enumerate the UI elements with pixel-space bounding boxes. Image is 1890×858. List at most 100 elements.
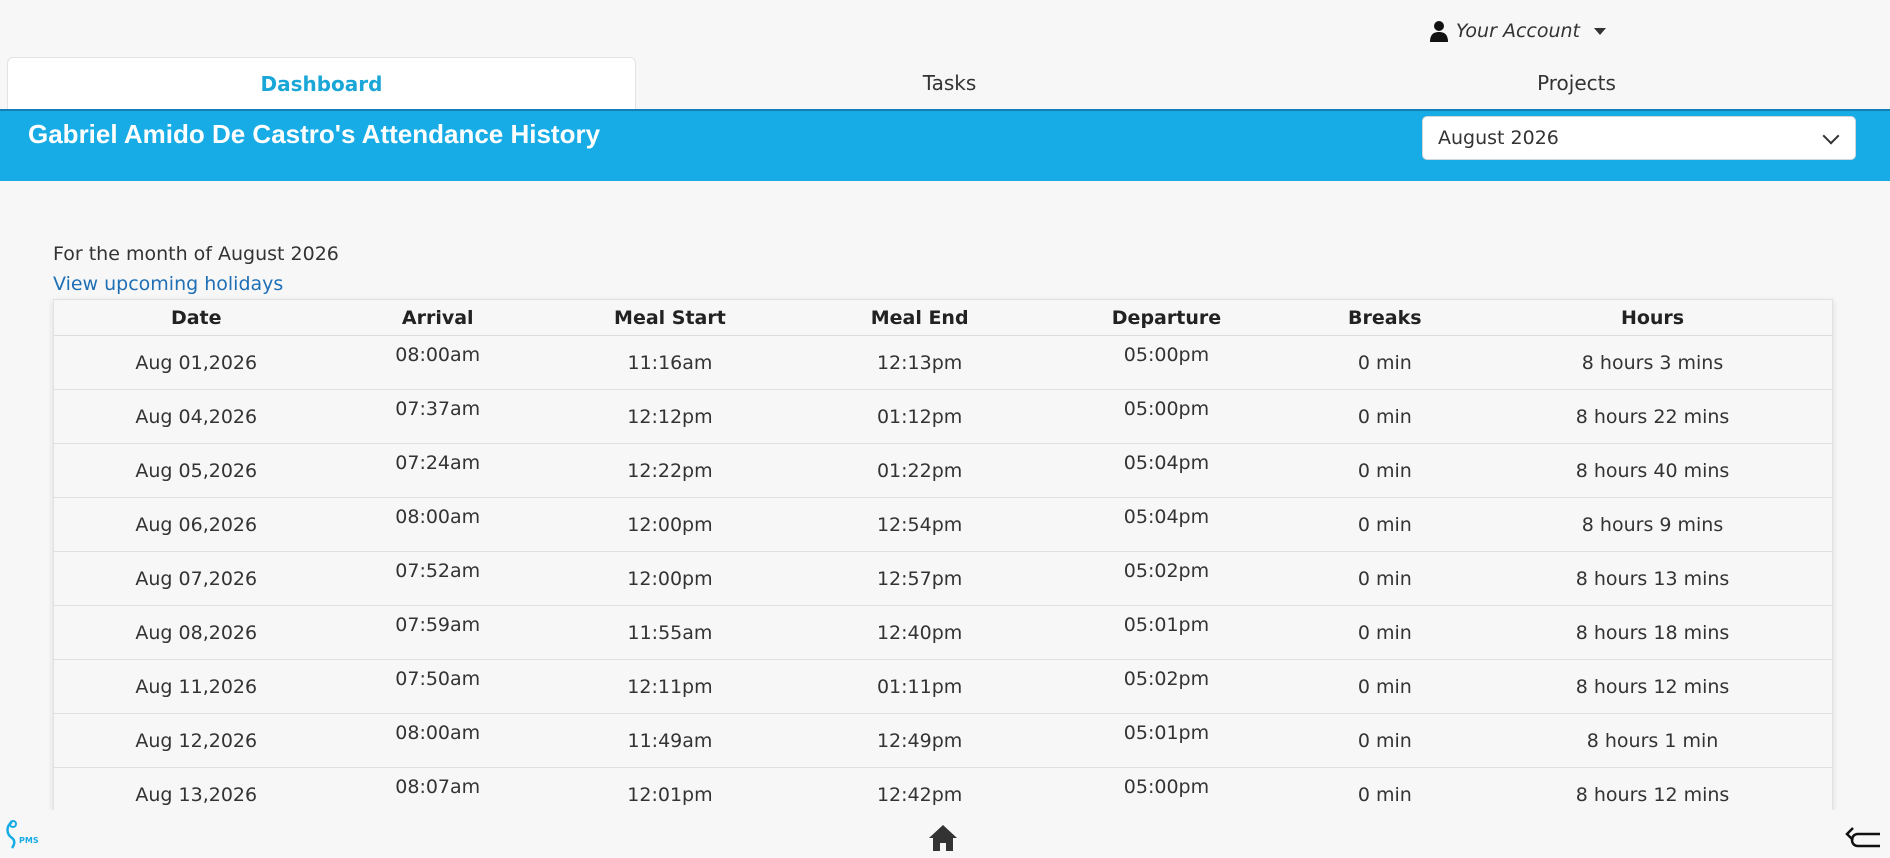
- attendance-banner: Gabriel Amido De Castro's Attendance His…: [0, 109, 1890, 181]
- cell-departure: 05:04pm: [1036, 497, 1297, 552]
- top-navigation: Your Account Dashboard Tasks Projects: [0, 0, 1890, 110]
- cell-arrival: 07:50am: [338, 659, 537, 714]
- cell-meal-end: 12:42pm: [802, 767, 1037, 810]
- column-header-date: Date: [54, 300, 339, 336]
- table-row: Aug 01,2026 08:00am 11:16am 12:13pm 05:00pm 0…: [54, 335, 1832, 390]
- cell-hours: 8 hours 22 mins: [1473, 389, 1832, 444]
- attendance-table: Date Arrival Meal Start Meal End Departu…: [54, 300, 1832, 810]
- table-row: Aug 12,2026 08:00am 11:49am 12:49pm 05:01pm 0…: [54, 713, 1832, 768]
- cell-date: Aug 08,2026: [54, 605, 339, 660]
- month-select[interactable]: August 2026: [1422, 116, 1856, 160]
- table-row: Aug 04,2026 07:37am 12:12pm 01:12pm 05:00pm 0…: [54, 389, 1832, 444]
- column-header-meal-end: Meal End: [802, 300, 1037, 336]
- caret-down-icon: [1594, 27, 1606, 35]
- cell-departure: 05:02pm: [1036, 659, 1297, 714]
- cell-arrival: 07:52am: [338, 551, 537, 606]
- cell-meal-end: 12:49pm: [802, 713, 1037, 768]
- cell-date: Aug 04,2026: [54, 389, 339, 444]
- cell-hours: 8 hours 9 mins: [1473, 497, 1832, 552]
- cell-meal-end: 12:54pm: [802, 497, 1037, 552]
- cell-departure: 05:00pm: [1036, 335, 1297, 390]
- cell-date: Aug 11,2026: [54, 659, 339, 714]
- cell-meal-end: 01:22pm: [802, 443, 1037, 498]
- table-row: Aug 05,2026 07:24am 12:22pm 01:22pm 05:04pm 0…: [54, 443, 1832, 498]
- cell-date: Aug 12,2026: [54, 713, 339, 768]
- column-header-meal-start: Meal Start: [536, 300, 803, 336]
- cell-arrival: 08:07am: [338, 767, 537, 810]
- cell-breaks: 0 min: [1296, 659, 1474, 714]
- cell-meal-start: 11:55am: [536, 605, 803, 660]
- attendance-table-body: Aug 01,2026 08:00am 11:16am 12:13pm 05:00pm 0…: [54, 335, 1832, 810]
- cell-departure: 05:00pm: [1036, 389, 1297, 444]
- cell-hours: 8 hours 13 mins: [1473, 551, 1832, 606]
- cell-meal-end: 12:13pm: [802, 335, 1037, 390]
- cell-arrival: 07:59am: [338, 605, 537, 660]
- cell-breaks: 0 min: [1296, 605, 1474, 660]
- chevron-down-icon: [1822, 127, 1840, 145]
- cell-breaks: 0 min: [1296, 713, 1474, 768]
- cell-date: Aug 06,2026: [54, 497, 339, 552]
- cell-breaks: 0 min: [1296, 497, 1474, 552]
- tab-tasks[interactable]: Tasks: [636, 57, 1263, 109]
- page-title: Gabriel Amido De Castro's Attendance His…: [28, 119, 601, 149]
- column-header-hours: Hours: [1473, 300, 1832, 336]
- column-header-breaks: Breaks: [1296, 300, 1474, 336]
- month-select-value: August 2026: [1438, 127, 1559, 149]
- account-menu[interactable]: Your Account: [1429, 20, 1606, 42]
- cell-arrival: 07:24am: [338, 443, 537, 498]
- cell-breaks: 0 min: [1296, 335, 1474, 390]
- table-row: Aug 07,2026 07:52am 12:00pm 12:57pm 05:02pm 0…: [54, 551, 1832, 606]
- cell-departure: 05:00pm: [1036, 767, 1297, 810]
- back-arrow-icon[interactable]: [1844, 824, 1882, 850]
- column-header-arrival: Arrival: [338, 300, 537, 336]
- cell-hours: 8 hours 12 mins: [1473, 767, 1832, 810]
- main-tabs: Dashboard Tasks Projects: [7, 57, 1890, 109]
- cell-arrival: 08:00am: [338, 497, 537, 552]
- cell-meal-end: 01:11pm: [802, 659, 1037, 714]
- tab-dashboard[interactable]: Dashboard: [7, 57, 636, 109]
- logo-text: PMS: [19, 836, 38, 845]
- table-header-row: Date Arrival Meal Start Meal End Departu…: [54, 300, 1832, 336]
- cell-breaks: 0 min: [1296, 551, 1474, 606]
- user-icon: [1429, 21, 1448, 42]
- view-holidays-link[interactable]: View upcoming holidays: [53, 273, 283, 295]
- cell-departure: 05:02pm: [1036, 551, 1297, 606]
- cell-arrival: 07:37am: [338, 389, 537, 444]
- cell-hours: 8 hours 18 mins: [1473, 605, 1832, 660]
- cell-hours: 8 hours 1 min: [1473, 713, 1832, 768]
- column-header-departure: Departure: [1036, 300, 1297, 336]
- cell-date: Aug 05,2026: [54, 443, 339, 498]
- cell-meal-end: 01:12pm: [802, 389, 1037, 444]
- cell-meal-end: 12:57pm: [802, 551, 1037, 606]
- cell-hours: 8 hours 3 mins: [1473, 335, 1832, 390]
- table-row: Aug 13,2026 08:07am 12:01pm 12:42pm 05:00pm 0…: [54, 767, 1832, 810]
- cell-departure: 05:01pm: [1036, 713, 1297, 768]
- bottom-toolbar: PMS: [0, 810, 1890, 858]
- cell-meal-start: 11:16am: [536, 335, 803, 390]
- cell-hours: 8 hours 40 mins: [1473, 443, 1832, 498]
- cell-meal-start: 12:12pm: [536, 389, 803, 444]
- cell-meal-start: 12:22pm: [536, 443, 803, 498]
- cell-date: Aug 13,2026: [54, 767, 339, 810]
- account-label: Your Account: [1455, 20, 1580, 42]
- table-row: Aug 08,2026 07:59am 11:55am 12:40pm 05:01pm 0…: [54, 605, 1832, 660]
- cell-arrival: 08:00am: [338, 335, 537, 390]
- cell-meal-start: 12:00pm: [536, 497, 803, 552]
- tab-projects[interactable]: Projects: [1263, 57, 1890, 109]
- cell-date: Aug 01,2026: [54, 335, 339, 390]
- cell-breaks: 0 min: [1296, 443, 1474, 498]
- pms-logo-icon[interactable]: PMS: [4, 818, 38, 852]
- cell-breaks: 0 min: [1296, 389, 1474, 444]
- cell-hours: 8 hours 12 mins: [1473, 659, 1832, 714]
- cell-departure: 05:04pm: [1036, 443, 1297, 498]
- cell-arrival: 08:00am: [338, 713, 537, 768]
- cell-date: Aug 07,2026: [54, 551, 339, 606]
- cell-departure: 05:01pm: [1036, 605, 1297, 660]
- month-summary-text: For the month of August 2026: [53, 243, 339, 265]
- table-row: Aug 06,2026 08:00am 12:00pm 12:54pm 05:04pm 0…: [54, 497, 1832, 552]
- home-icon[interactable]: [928, 824, 958, 852]
- cell-meal-start: 11:49am: [536, 713, 803, 768]
- cell-meal-end: 12:40pm: [802, 605, 1037, 660]
- cell-breaks: 0 min: [1296, 767, 1474, 810]
- cell-meal-start: 12:00pm: [536, 551, 803, 606]
